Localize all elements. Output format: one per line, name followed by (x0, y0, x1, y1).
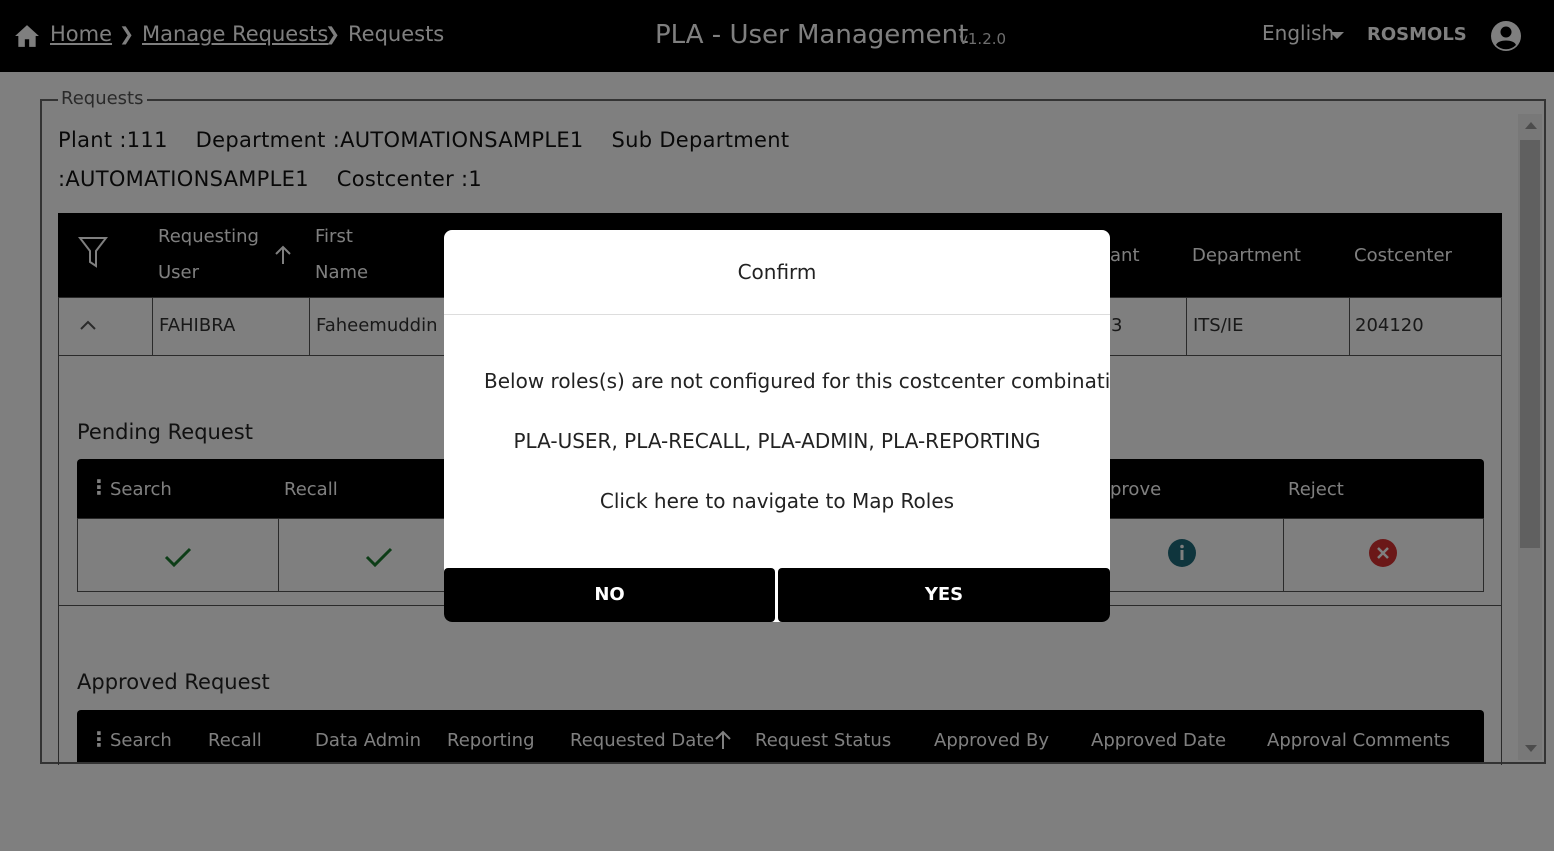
confirm-dialog: Confirm Below roles(s) are not configure… (444, 230, 1110, 622)
dialog-message-roles-list: PLA-USER, PLA-RECALL, PLA-ADMIN, PLA-REP… (513, 429, 1041, 453)
yes-button[interactable]: YES (778, 568, 1110, 622)
no-button[interactable]: NO (444, 568, 775, 622)
dialog-message-roles-not-configured: Below roles(s) are not configured for th… (484, 369, 1110, 393)
dialog-title: Confirm (737, 260, 817, 284)
dialog-divider (444, 314, 1110, 315)
map-roles-link[interactable]: Click here to navigate to Map Roles (444, 489, 1110, 513)
